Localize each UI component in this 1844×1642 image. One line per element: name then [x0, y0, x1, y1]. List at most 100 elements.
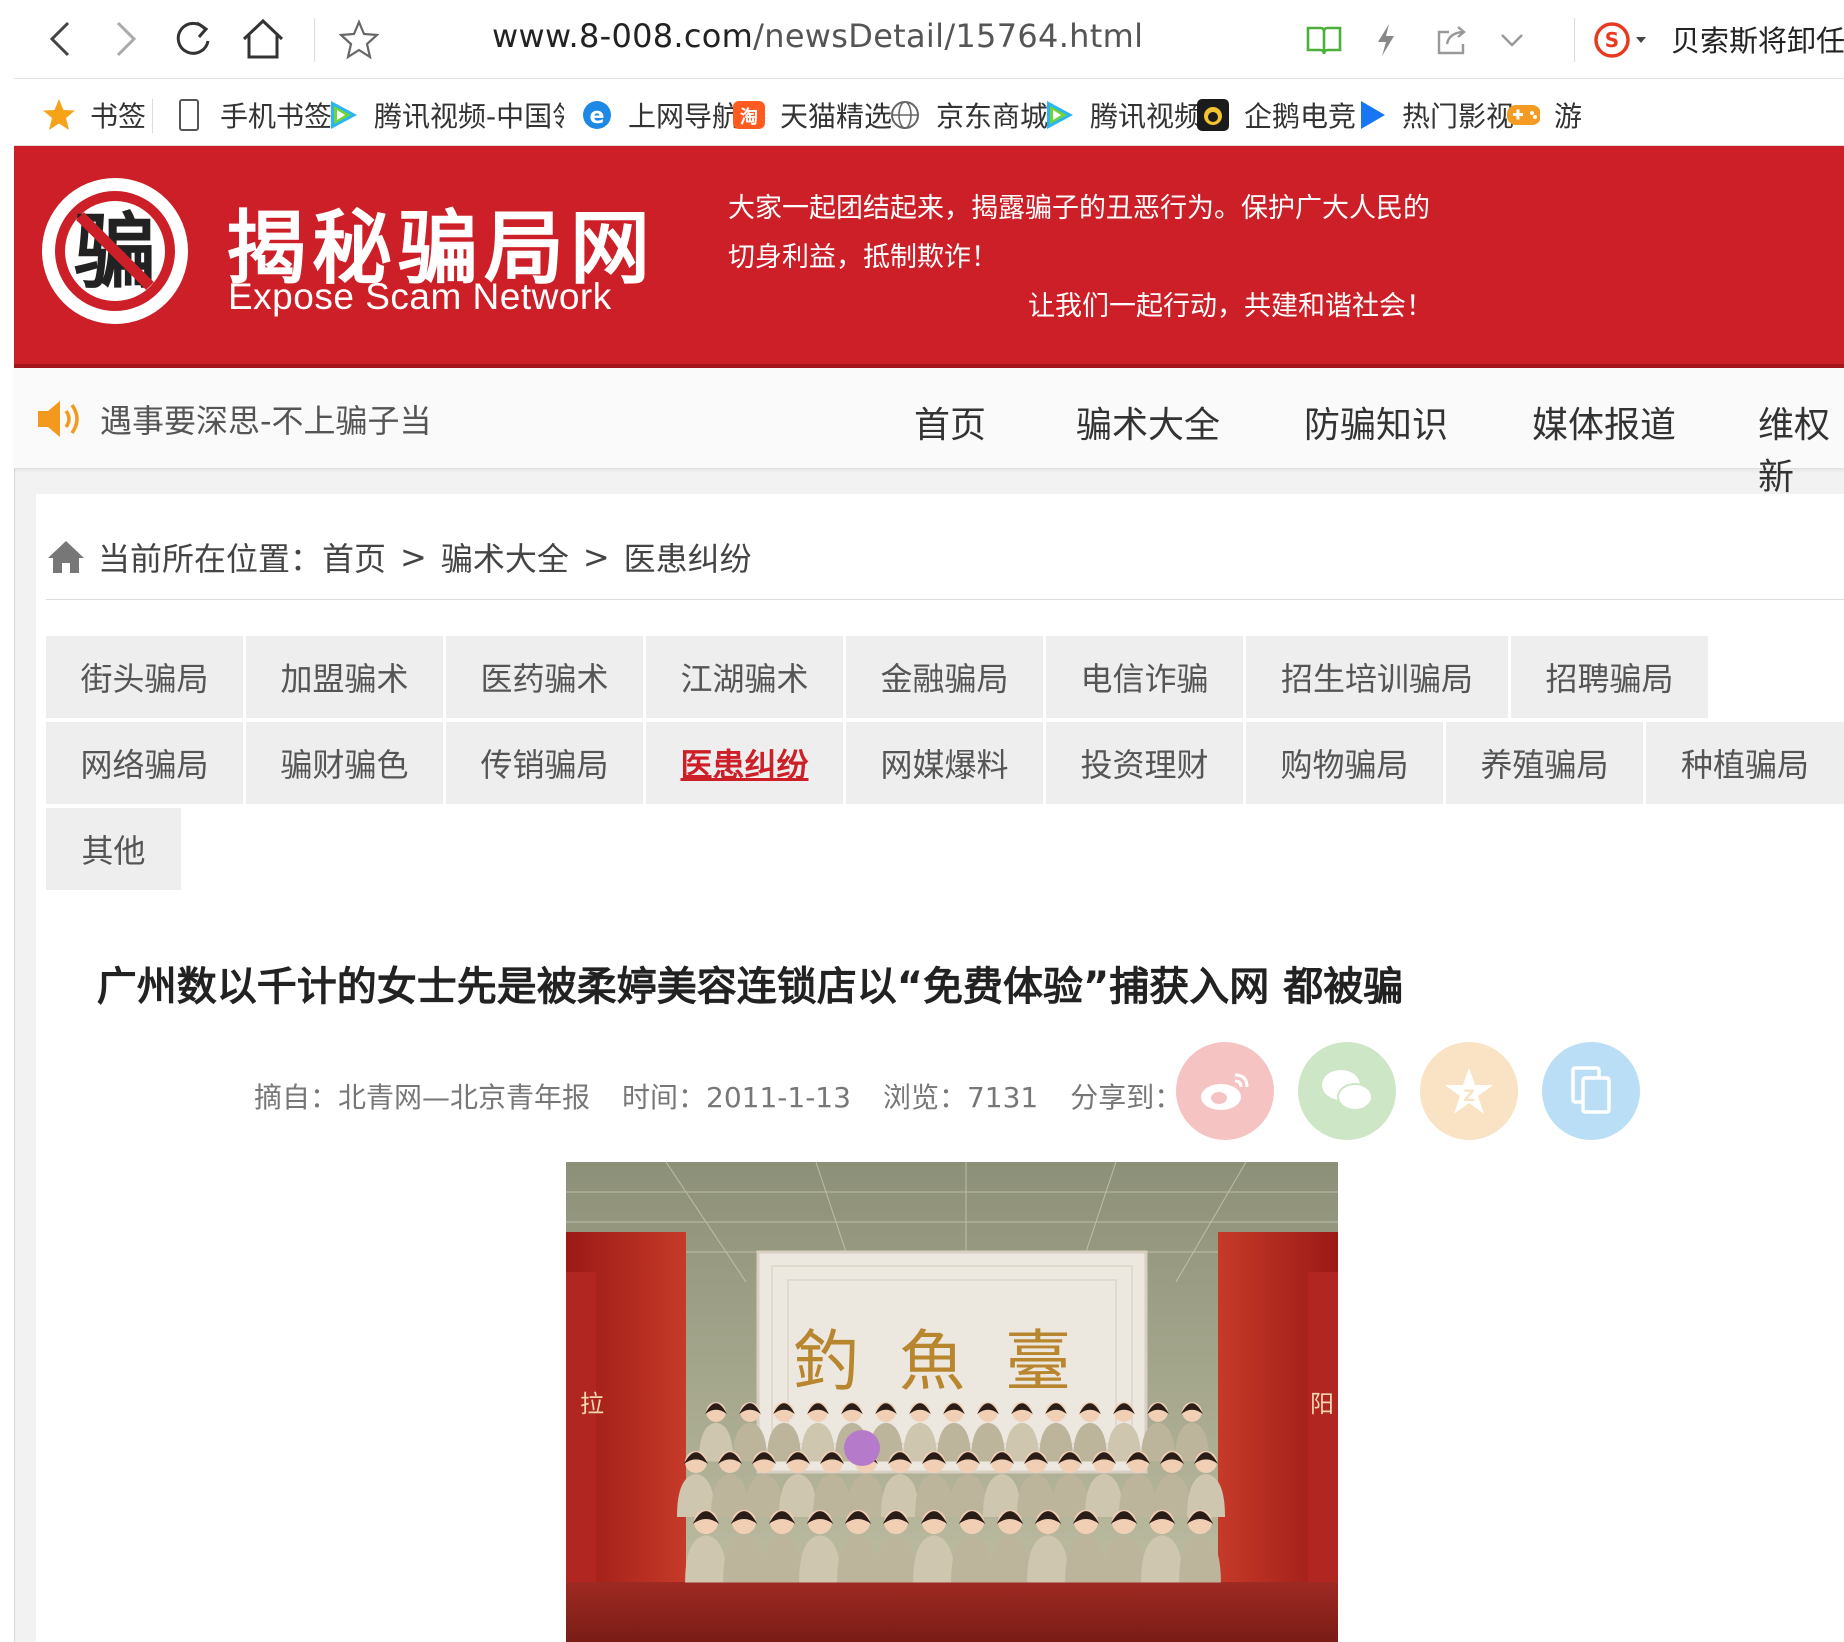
slogan-line: 让我们一起行动，共建和谐社会！	[1028, 291, 1433, 322]
search-engine-selector[interactable]: S	[1594, 20, 1650, 60]
site-logo[interactable]: 骗	[40, 176, 190, 326]
bookmark-item[interactable]: 企鹅电竞	[1196, 95, 1356, 135]
speedup-button[interactable]	[1366, 20, 1406, 60]
forward-button[interactable]	[100, 14, 150, 64]
bookmarks-bar: 书签 手机书签 腾讯视频-中国领先 e 上网导航 淘 天猫精选 京东商城 腾讯视…	[14, 79, 1844, 146]
bookmark-item[interactable]: e 上网导航	[580, 95, 740, 135]
category-tab[interactable]: 电信诈骗	[1046, 636, 1243, 718]
star-icon	[42, 98, 76, 132]
reload-icon	[176, 21, 210, 55]
nav-rights-protection[interactable]: 维权新	[1758, 396, 1844, 500]
tencent-video-icon	[1042, 98, 1076, 132]
slogan-line: 切身利益，抵制欺诈！	[728, 242, 998, 273]
category-tab[interactable]: 医药骗术	[446, 636, 643, 718]
back-button[interactable]	[36, 14, 86, 64]
site-subtitle: Expose Scam Network	[228, 276, 612, 317]
article-views: 浏览：7131	[882, 1081, 1039, 1114]
copy-icon	[1571, 1066, 1611, 1114]
star-icon	[339, 19, 379, 59]
main-content: 当前所在位置： 首页 > 骗术大全 > 医患纠纷 街头骗局 加盟骗术 医药骗术 …	[36, 494, 1844, 1642]
back-icon	[49, 21, 70, 57]
address-bar[interactable]: www.8-008.com/newsDetail/15764.html	[492, 17, 1143, 55]
breadcrumb-divider	[46, 599, 1844, 600]
bookmark-item[interactable]: 游	[1506, 95, 1582, 135]
site-navbar: 遇事要深思-不上骗子当 首页 骗术大全 防骗知识 媒体报道 维权新	[14, 368, 1844, 498]
qzone-star-icon: Z	[1445, 1068, 1493, 1114]
bookmark-item[interactable]: 手机书签	[172, 95, 332, 135]
share-weibo-button[interactable]	[1176, 1042, 1274, 1140]
bookmark-label: 企鹅电竞	[1244, 100, 1357, 133]
toolbar-separator	[314, 18, 315, 62]
ie-icon: e	[580, 98, 614, 132]
wechat-icon	[1322, 1070, 1373, 1111]
search-box[interactable]: 贝索斯将卸任C	[1671, 18, 1844, 60]
home-button[interactable]	[238, 14, 288, 64]
bookmark-label: 热门影视	[1402, 100, 1515, 133]
breadcrumb-category[interactable]: 骗术大全	[441, 534, 569, 580]
category-tab-active[interactable]: 医患纠纷	[646, 722, 843, 804]
reading-mode-button[interactable]	[1304, 20, 1344, 60]
site-slogan: 大家一起团结起来，揭露骗子的丑恶行为。保护广大人民的 切身利益，抵制欺诈！ 让我…	[728, 184, 1433, 331]
share-label: 分享到：	[1070, 1081, 1183, 1114]
nav-home[interactable]: 首页	[914, 396, 986, 448]
browser-toolbar: www.8-008.com/newsDetail/15764.html S 贝索…	[14, 0, 1844, 79]
bookmark-label: 上网导航	[628, 100, 741, 133]
bookmark-label: 腾讯视频-中国领先	[374, 100, 564, 133]
play-icon	[1354, 98, 1388, 132]
category-tab[interactable]: 金融骗局	[846, 636, 1043, 718]
category-tab[interactable]: 购物骗局	[1246, 722, 1443, 804]
reading-mode-icon	[1306, 26, 1342, 55]
phone-icon	[172, 98, 206, 132]
svg-text:e: e	[590, 104, 605, 129]
sogou-icon: S	[1594, 22, 1646, 58]
category-tab[interactable]: 其他	[46, 808, 181, 890]
breadcrumb-separator: >	[582, 538, 610, 576]
category-tab[interactable]: 网络骗局	[46, 722, 243, 804]
category-tab[interactable]: 骗财骗色	[246, 722, 443, 804]
article-source: 摘自：北青网—北京青年报	[254, 1081, 591, 1114]
category-tab[interactable]: 加盟骗术	[246, 636, 443, 718]
bookmark-item[interactable]: 腾讯视频-中国领先	[326, 95, 564, 135]
category-tab[interactable]: 养殖骗局	[1446, 722, 1643, 804]
bookmark-star-button[interactable]	[334, 14, 384, 64]
breadcrumb-home[interactable]: 首页	[322, 534, 386, 580]
svg-text:Z: Z	[1463, 1086, 1475, 1105]
svg-text:S: S	[1605, 28, 1619, 52]
category-tab[interactable]: 种植骗局	[1646, 722, 1844, 804]
share-wechat-button[interactable]	[1298, 1042, 1396, 1140]
category-tab[interactable]: 网媒爆料	[846, 722, 1043, 804]
category-tab[interactable]: 投资理财	[1046, 722, 1243, 804]
penguin-icon	[1196, 98, 1230, 132]
bookmark-label: 京东商城	[936, 100, 1049, 133]
nav-anti-fraud-knowledge[interactable]: 防骗知识	[1304, 396, 1448, 448]
category-tab[interactable]: 街头骗局	[46, 636, 243, 718]
nav-scam-encyclopedia[interactable]: 骗术大全	[1076, 396, 1220, 448]
group-photo-image: 釣魚臺 拉 阳	[566, 1162, 1338, 1642]
slogan-line: 大家一起团结起来，揭露骗子的丑恶行为。保护广大人民的	[728, 193, 1430, 224]
share-qzone-button[interactable]: Z	[1420, 1042, 1518, 1140]
bookmark-label: 手机书签	[220, 100, 333, 133]
notice-marquee: 遇事要深思-不上骗子当	[34, 396, 432, 442]
category-tab[interactable]: 江湖骗术	[646, 636, 843, 718]
home-icon	[242, 18, 284, 59]
photo-side-text: 阳	[1310, 1390, 1334, 1418]
category-tab[interactable]: 传销骗局	[446, 722, 643, 804]
nav-media-reports[interactable]: 媒体报道	[1532, 396, 1676, 448]
breadcrumb-current[interactable]: 医患纠纷	[624, 534, 752, 580]
category-tab[interactable]: 招聘骗局	[1511, 636, 1708, 718]
bookmark-item[interactable]: 腾讯视频	[1042, 95, 1202, 135]
article-date: 时间：2011-1-13	[622, 1081, 851, 1114]
window-left-edge	[0, 0, 15, 1642]
category-tab[interactable]: 招生培训骗局	[1246, 636, 1508, 718]
copy-link-button[interactable]	[1542, 1042, 1640, 1140]
reload-button[interactable]	[168, 14, 218, 64]
bookmark-item[interactable]: 热门影视	[1354, 95, 1514, 135]
bookmark-item[interactable]: 京东商城	[888, 95, 1048, 135]
bookmark-label: 天猫精选	[780, 100, 893, 133]
article-title: 广州数以千计的女士先是被柔婷美容连锁店以“免费体验”捕获入网 都被骗	[96, 964, 1404, 1010]
bookmark-item[interactable]: 书签	[42, 95, 146, 135]
menu-dropdown-button[interactable]	[1492, 20, 1532, 60]
bookmark-item[interactable]: 淘 天猫精选	[732, 95, 892, 135]
gamepad-icon	[1506, 98, 1540, 132]
share-page-button[interactable]	[1432, 20, 1472, 60]
